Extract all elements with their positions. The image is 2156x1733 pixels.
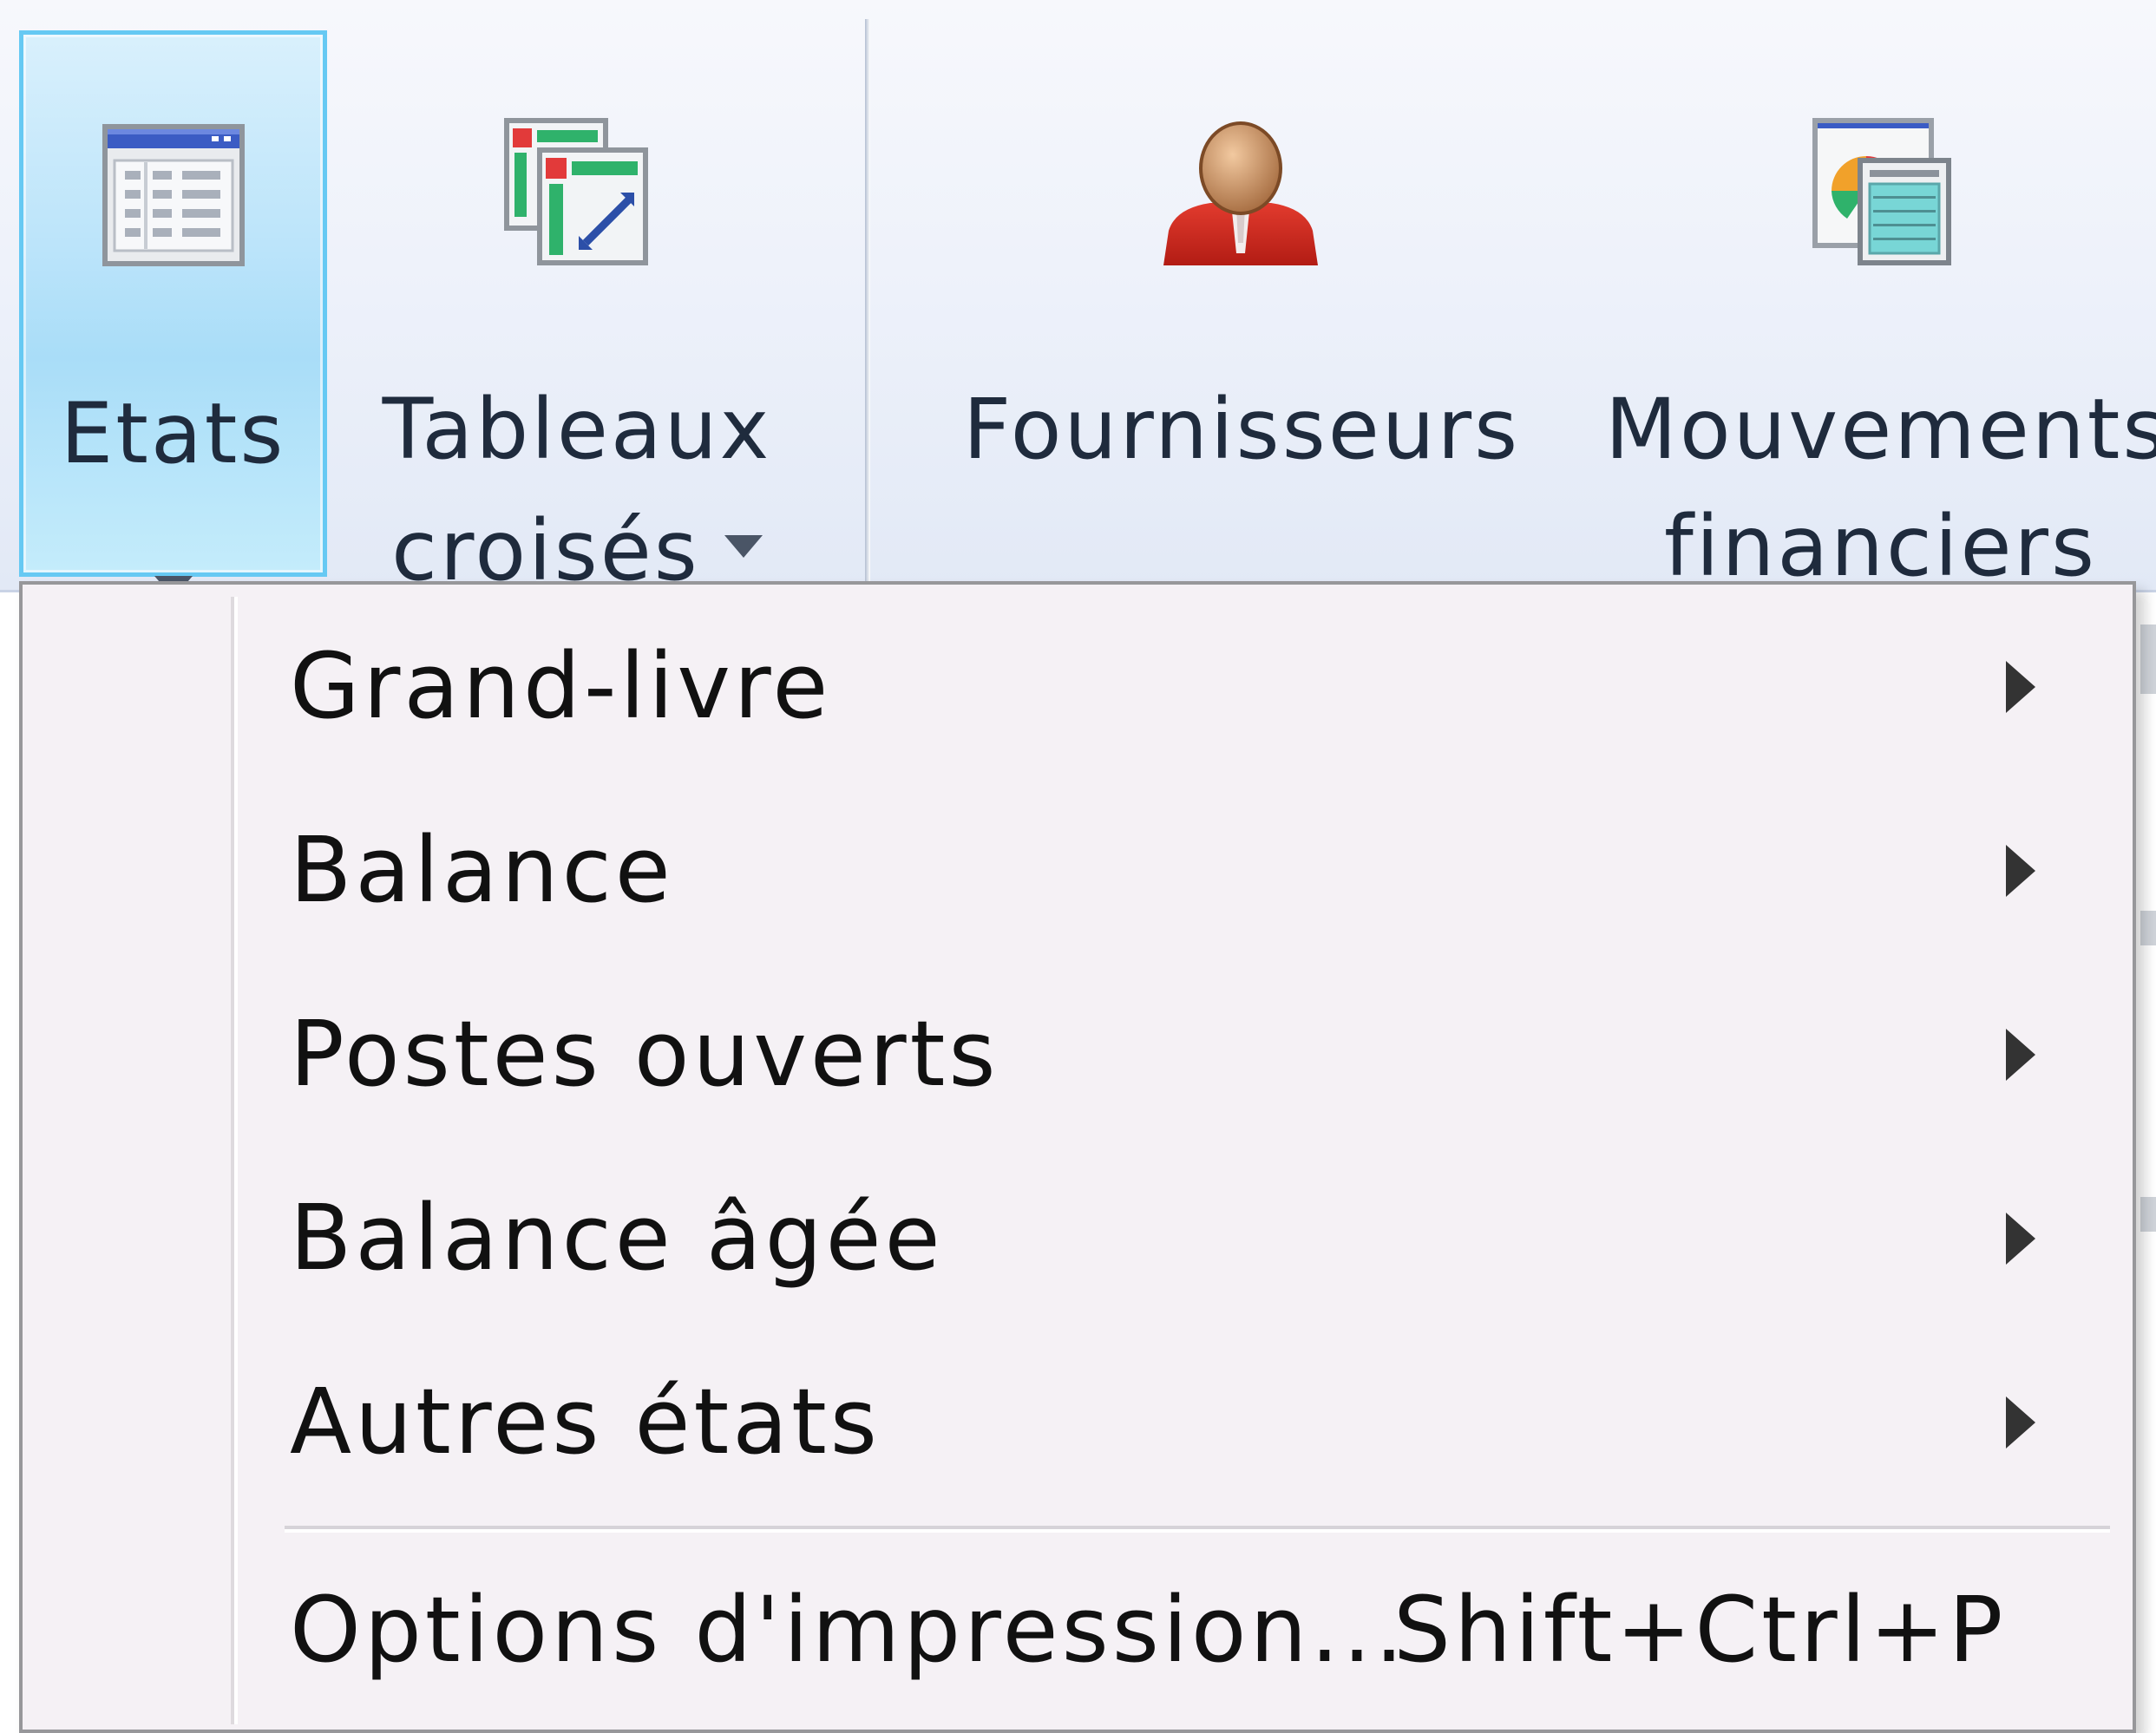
chevron-down-icon [724, 534, 763, 558]
mouvements-label-line1: Mouvements [1605, 381, 2156, 478]
financial-movements-icon [1807, 113, 1955, 297]
mouvements-financiers-button[interactable]: Mouvements financiers [1605, 30, 2156, 577]
menu-item-balance-agee[interactable]: Balance âgée [265, 1155, 2115, 1320]
background-window-edge [2140, 911, 2156, 945]
tableaux-croises-button[interactable]: Tableaux croisés [364, 30, 790, 599]
menu-item-options-impression[interactable]: Options d'impression... Shift+Ctrl+P [265, 1547, 2115, 1712]
chevron-right-icon [2006, 1029, 2035, 1081]
menu-item-balance[interactable]: Balance [265, 788, 2115, 952]
menu-item-label: Autres états [290, 1369, 881, 1475]
menu-item-postes-ouverts[interactable]: Postes ouverts [265, 971, 2115, 1136]
etats-dropdown-menu: Grand-livre Balance Postes ouverts Balan… [19, 581, 2136, 1733]
chevron-right-icon [2006, 1396, 2035, 1449]
tableaux-label-line1: Tableaux [382, 381, 772, 478]
background-window-edge [2140, 625, 2156, 694]
fournisseurs-label: Fournisseurs [963, 381, 1521, 478]
chevron-right-icon [2006, 1213, 2035, 1265]
menu-item-label: Postes ouverts [290, 1001, 999, 1107]
supplier-person-icon [1158, 113, 1323, 297]
menu-item-label: Options d'impression... [290, 1577, 1407, 1683]
pivot-table-icon [499, 113, 655, 297]
menu-item-label: Balance âgée [290, 1185, 944, 1291]
mouvements-label-line2: financiers [1664, 498, 2097, 577]
keyboard-shortcut: Shift+Ctrl+P [1393, 1577, 2007, 1683]
chevron-right-icon [2006, 845, 2035, 897]
menu-item-label: Balance [290, 817, 674, 923]
chevron-right-icon [2006, 661, 2035, 713]
menu-item-label: Grand-livre [290, 633, 832, 739]
etats-label: Etats [60, 385, 286, 482]
menu-gutter-divider [231, 597, 238, 1724]
background-window-edge [2140, 1197, 2156, 1232]
menu-item-grand-livre[interactable]: Grand-livre [265, 604, 2115, 768]
etats-button[interactable]: Etats [19, 30, 327, 598]
fournisseurs-button[interactable]: Fournisseurs [963, 30, 1518, 577]
ribbon: Etats Tableaux croisés Fournisseurs Mouv… [0, 0, 2156, 599]
menu-separator [285, 1526, 2110, 1533]
report-grid-icon [95, 117, 252, 301]
menu-item-autres-etats[interactable]: Autres états [265, 1339, 2115, 1504]
ribbon-group-separator [865, 19, 870, 590]
